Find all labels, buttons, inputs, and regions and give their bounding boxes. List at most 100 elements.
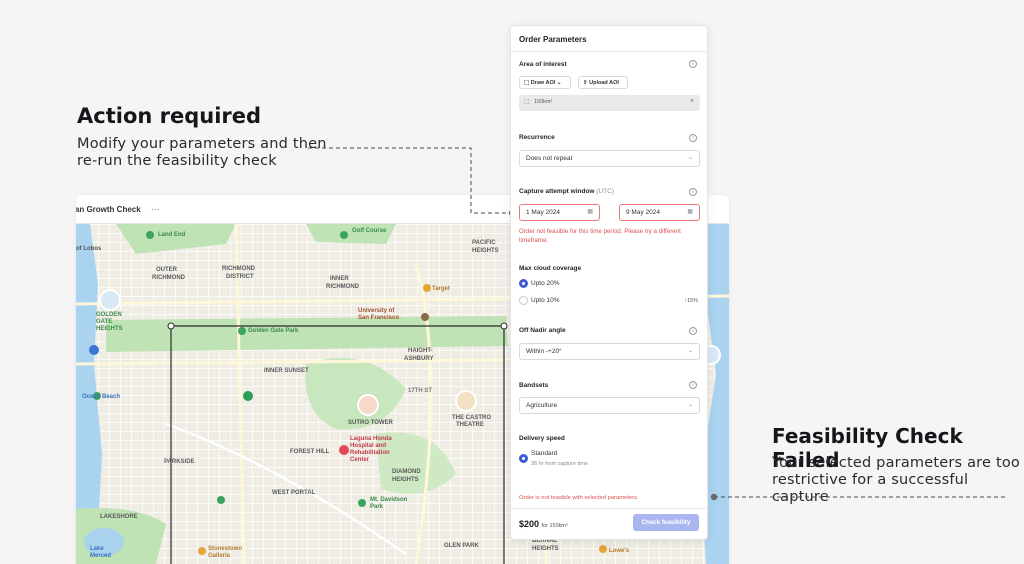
end-date-field[interactable]: 9 May 2024 ▦ <box>619 204 700 221</box>
cloud-option-10-radio[interactable] <box>519 296 528 305</box>
svg-text:University of: University of <box>358 308 395 314</box>
off-nadir-select[interactable]: Within -+20° ⌄ <box>519 343 700 360</box>
cloud-option-20-radio[interactable] <box>519 279 528 288</box>
svg-text:INNER SUNSET: INNER SUNSET <box>264 368 309 374</box>
svg-text:Stonestown: Stonestown <box>208 546 242 552</box>
delivery-standard-label: Standard <box>531 450 558 457</box>
svg-text:Laguna Honda: Laguna Honda <box>350 436 392 442</box>
draw-aoi-button[interactable]: ⬚ Draw AOI ⌄ <box>519 76 571 89</box>
calendar-icon: ▦ <box>687 209 693 215</box>
upload-aoi-label: Upload AOI <box>589 80 619 86</box>
check-feasibility-button[interactable]: Check feasibility <box>633 514 699 531</box>
bandsets-info-icon[interactable]: i <box>689 381 697 389</box>
aoi-area-value: 150km² <box>534 99 553 105</box>
bandsets-value: Agriculture <box>526 402 558 409</box>
price: $200 for 150km² <box>519 519 568 529</box>
end-date-value: 9 May 2024 <box>626 209 660 216</box>
svg-text:DISTRICT: DISTRICT <box>226 274 254 280</box>
off-nadir-label: Off Nadir angle <box>519 327 566 334</box>
upload-aoi-button[interactable]: ⇧ Upload AOI <box>578 76 628 89</box>
delivery-standard-sub: 36 hr from capture time <box>531 461 588 467</box>
svg-text:GATE: GATE <box>96 319 112 325</box>
bandsets-select[interactable]: Agriculture ⌄ <box>519 397 700 414</box>
golden-gate-park-area <box>106 316 508 352</box>
order-parameters-panel: Order Parameters Area of interest i ⬚ Dr… <box>510 25 708 540</box>
delivery-speed-label: Delivery speed <box>519 435 565 442</box>
start-date-field[interactable]: 1 May 2024 ▦ <box>519 204 600 221</box>
feasibility-failed-line1: Your selected parameters are too <box>772 455 1020 471</box>
action-required-title: Action required <box>77 104 262 128</box>
capture-window-label-text: Capture attempt window <box>519 188 595 195</box>
draw-icon: ⬚ <box>524 80 531 86</box>
svg-text:LAKESHORE: LAKESHORE <box>100 514 138 520</box>
svg-text:Golden Gate Park: Golden Gate Park <box>248 328 299 334</box>
svg-text:Park: Park <box>370 504 384 510</box>
svg-text:Target: Target <box>432 286 450 292</box>
recurrence-select[interactable]: Does not repeat ⌄ <box>519 150 700 167</box>
price-value: $200 <box>519 519 540 529</box>
cloud-option-10-label: Upto 10% <box>531 297 560 304</box>
recurrence-label: Recurrence <box>519 134 555 141</box>
svg-text:RICHMOND: RICHMOND <box>152 275 186 281</box>
capture-window-label: Capture attempt window (UTC) <box>519 188 614 195</box>
svg-text:RICHMOND: RICHMOND <box>222 266 256 272</box>
aoi-info-icon[interactable]: i <box>689 60 697 68</box>
svg-text:17TH ST: 17TH ST <box>408 388 432 394</box>
action-required-line1: Modify your parameters and then <box>77 136 327 152</box>
svg-text:PARKSIDE: PARKSIDE <box>164 459 195 465</box>
recurrence-info-icon[interactable]: i <box>689 134 697 142</box>
svg-text:HEIGHTS: HEIGHTS <box>392 477 419 483</box>
feasibility-failed-line2: restrictive for a successful capture <box>772 472 969 505</box>
svg-text:Lowe's: Lowe's <box>609 548 630 554</box>
svg-text:GOLDEN: GOLDEN <box>96 312 122 318</box>
draw-aoi-label: Draw AOI <box>530 80 556 86</box>
order-not-feasible-error: Order is not feasible with selected para… <box>519 495 639 501</box>
bandsets-label: Bandsets <box>519 382 549 389</box>
svg-text:THEATRE: THEATRE <box>456 422 484 428</box>
cloud-option-10-badge: ↑15% <box>684 298 698 304</box>
svg-text:HEIGHTS: HEIGHTS <box>96 326 123 332</box>
svg-text:Golf Course: Golf Course <box>352 228 387 234</box>
capture-window-info-icon[interactable]: i <box>689 188 697 196</box>
off-nadir-value: Within -+20° <box>526 348 562 355</box>
svg-text:HAIGHT-: HAIGHT- <box>408 348 433 354</box>
svg-text:DIAMOND: DIAMOND <box>392 469 421 475</box>
svg-text:HEIGHTS: HEIGHTS <box>532 546 559 552</box>
svg-text:Hospital and: Hospital and <box>350 443 386 449</box>
svg-text:HEIGHTS: HEIGHTS <box>472 248 499 254</box>
svg-text:GLEN PARK: GLEN PARK <box>444 543 480 549</box>
chevron-down-icon: ⌄ <box>687 348 693 354</box>
off-nadir-info-icon[interactable]: i <box>689 327 697 335</box>
svg-text:Ocean Beach: Ocean Beach <box>82 394 120 400</box>
svg-text:PACIFIC: PACIFIC <box>472 240 496 246</box>
cloud-coverage-label: Max cloud coverage <box>519 265 582 272</box>
feasibility-failed-body: Your selected parameters are too restric… <box>772 455 1024 506</box>
start-date-value: 1 May 2024 <box>526 209 560 216</box>
remove-aoi-icon[interactable]: × <box>690 98 694 105</box>
svg-text:INNER: INNER <box>330 276 349 282</box>
panel-footer: $200 for 150km² Check feasibility <box>511 508 707 539</box>
delivery-standard-radio[interactable] <box>519 454 528 463</box>
chevron-down-icon: ⌄ <box>687 402 693 408</box>
aoi-chip: ⬚ 150km² × <box>519 95 700 111</box>
cloud-option-20-label: Upto 20% <box>531 280 560 287</box>
action-required-body: Modify your parameters and then re-run t… <box>77 136 327 170</box>
chevron-down-icon: ⌄ <box>687 155 693 161</box>
chevron-down-icon: ⌄ <box>555 80 562 86</box>
svg-text:Galleria: Galleria <box>208 553 231 559</box>
svg-text:FOREST HILL: FOREST HILL <box>290 449 330 455</box>
svg-text:Mt. Davidson: Mt. Davidson <box>370 497 408 503</box>
price-note: for 150km² <box>541 523 568 529</box>
map-window-title: ban Growth Check <box>76 204 141 214</box>
svg-text:Center: Center <box>350 457 370 463</box>
action-required-line2: re-run the feasibility check <box>77 153 277 169</box>
panel-title: Order Parameters <box>511 26 707 52</box>
capture-window-error: Order not feasible for this time period.… <box>519 228 681 244</box>
recurrence-value: Does not repeat <box>526 155 573 162</box>
capture-window-label-suffix: (UTC) <box>596 188 614 195</box>
more-menu-icon[interactable]: ··· <box>151 204 160 214</box>
aoi-label: Area of interest <box>519 61 567 68</box>
svg-text:OUTER: OUTER <box>156 267 178 273</box>
calendar-icon: ▦ <box>587 209 593 215</box>
svg-text:Merced: Merced <box>90 553 111 559</box>
